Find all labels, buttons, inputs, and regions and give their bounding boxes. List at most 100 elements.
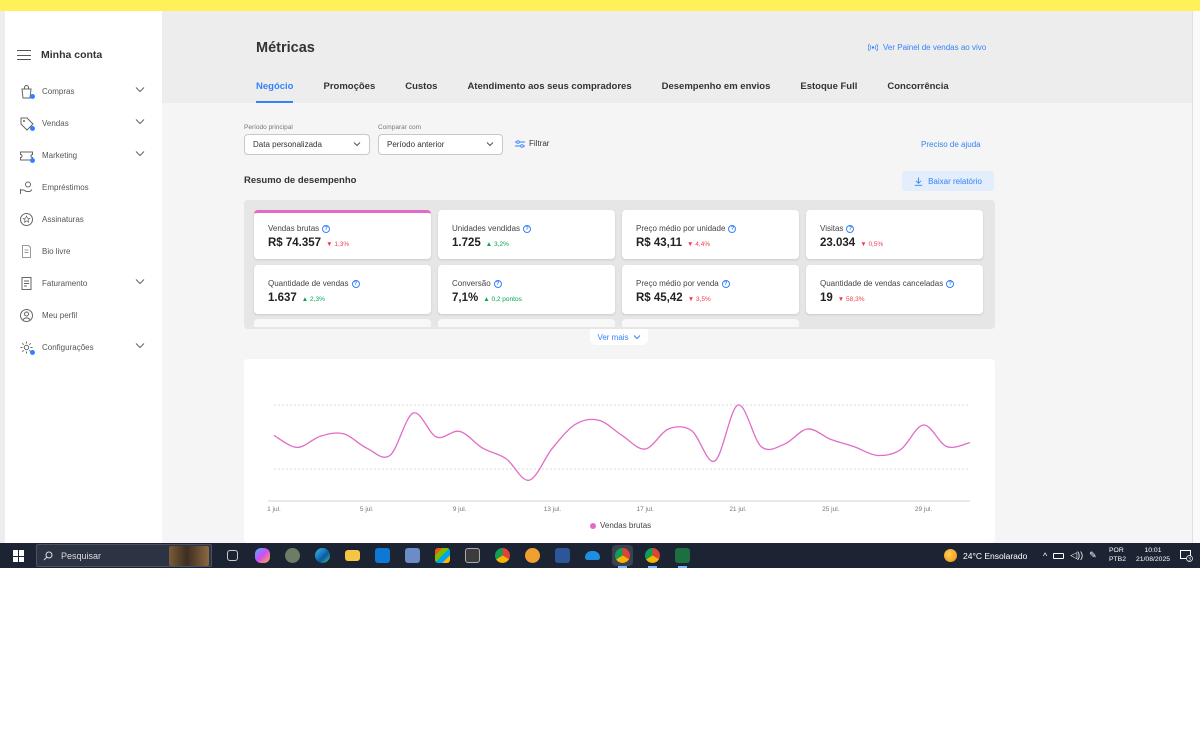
compare-select[interactable]: Período anterior	[378, 134, 503, 155]
notification-icon[interactable]: 3	[1180, 549, 1193, 562]
tab-6[interactable]: Concorrência	[887, 81, 948, 103]
metric-label: Preço médio por unidade	[636, 224, 726, 233]
sidebar-item-faturamento[interactable]: Faturamento	[5, 267, 162, 299]
top-banner	[0, 0, 1200, 11]
clock[interactable]: 10:01 21/08/2025	[1133, 546, 1173, 564]
page-header: Métricas Ver Painel de vendas ao vivo Ne…	[162, 11, 1192, 103]
download-report-button[interactable]: Baixar relatório	[902, 171, 994, 191]
see-more-button[interactable]: Ver mais	[590, 329, 648, 345]
compare-label: Comparar com	[378, 124, 421, 131]
line-chart: 1 jul. 5 jul. 9 jul. 13 jul. 17 jul. 21 jul. 2…	[267, 404, 971, 513]
metric-card[interactable]: Quantidade de vendas canceladas? 19 ▼ 58,3…	[806, 265, 983, 314]
chrome-profile-icon[interactable]	[642, 545, 663, 568]
chevron-up-icon[interactable]: ^	[1043, 551, 1047, 561]
notification-count: 3	[1188, 556, 1191, 562]
tab-3[interactable]: Atendimento aos seus compradores	[467, 81, 631, 103]
tab-4[interactable]: Desempenho em envios	[662, 81, 771, 103]
sidebar-item-label: Faturamento	[42, 278, 88, 288]
windows-start-button[interactable]	[13, 550, 25, 562]
language-indicator[interactable]: POR PTB2	[1109, 546, 1126, 564]
app-icon[interactable]	[522, 545, 543, 566]
help-icon[interactable]: ?	[846, 224, 855, 233]
calculator-icon[interactable]	[462, 545, 483, 566]
copilot-icon[interactable]	[252, 545, 273, 566]
star-badge-icon	[18, 211, 34, 227]
metric-card[interactable]: Preço médio por venda? R$ 45,42 ▼ 3,5%	[622, 265, 799, 314]
battery-icon[interactable]	[1053, 552, 1065, 559]
task-view-icon[interactable]	[222, 545, 243, 566]
taskbar-search[interactable]: Pesquisar	[36, 544, 212, 567]
notification-dot	[30, 158, 35, 163]
tab-5[interactable]: Estoque Full	[800, 81, 857, 103]
tab-1[interactable]: Promoções	[323, 81, 375, 103]
sidebar-item-marketing[interactable]: Marketing	[5, 139, 162, 171]
sidebar-item-compras[interactable]: Compras	[5, 75, 162, 107]
triangle-down-icon: ▼	[837, 296, 845, 303]
period-select[interactable]: Data personalizada	[244, 134, 370, 155]
sidebar-title: Minha conta	[41, 49, 103, 61]
help-icon[interactable]: ?	[721, 279, 730, 288]
pen-icon[interactable]: ✎	[1089, 550, 1097, 561]
chrome-icon[interactable]	[492, 545, 513, 566]
metric-delta-value: 2,3%	[310, 296, 325, 303]
menu-icon[interactable]	[17, 50, 31, 60]
outlook-icon[interactable]	[372, 545, 393, 566]
invoice-icon	[18, 275, 34, 291]
help-icon[interactable]: ?	[493, 279, 502, 288]
weather-text: 24°C Ensolarado	[963, 550, 1028, 561]
sliders-icon	[515, 139, 525, 148]
weather-widget[interactable]: 24°C Ensolarado	[944, 549, 1027, 562]
chevron-down-icon[interactable]	[135, 150, 145, 157]
chevron-down-icon[interactable]	[135, 86, 145, 93]
sidebar-item-assinaturas[interactable]: Assinaturas	[5, 203, 162, 235]
sun-icon	[944, 549, 957, 562]
metric-delta: ▲ 2,3%	[302, 296, 325, 303]
help-link[interactable]: Preciso de ajuda	[921, 140, 981, 149]
sidebar-item-label: Compras	[42, 86, 75, 96]
tab-0[interactable]: Negócio	[256, 81, 294, 103]
metric-card[interactable]: Vendas brutas? R$ 74.357 ▼ 1,3%	[254, 210, 431, 259]
date: 21/08/2025	[1135, 556, 1171, 563]
card-placeholder	[622, 319, 799, 327]
triangle-up-icon: ▲	[483, 296, 490, 303]
app-icon[interactable]	[282, 545, 303, 566]
chrome-profile-icon[interactable]	[612, 545, 633, 568]
sidebar-item-vendas[interactable]: Vendas	[5, 107, 162, 139]
metric-card[interactable]: Quantidade de vendas? 1.637 ▲ 2,3%	[254, 265, 431, 314]
metric-card[interactable]: Unidades vendidas? 1.725 ▲ 3,2%	[438, 210, 615, 259]
metric-card[interactable]: Preço médio por unidade? R$ 43,11 ▼ 4,4%	[622, 210, 799, 259]
help-icon[interactable]: ?	[322, 224, 331, 233]
chevron-down-icon	[486, 142, 494, 147]
help-icon[interactable]: ?	[523, 224, 532, 233]
metric-card[interactable]: Conversão? 7,1% ▲ 0,2 pontos	[438, 265, 615, 314]
chevron-down-icon[interactable]	[135, 118, 145, 125]
chevron-down-icon[interactable]	[135, 342, 145, 349]
file-explorer-icon[interactable]	[342, 545, 363, 566]
live-sales-label: Ver Painel de vendas ao vivo	[883, 43, 987, 52]
help-icon[interactable]: ?	[728, 224, 737, 233]
chevron-down-icon[interactable]	[135, 278, 145, 285]
metric-card[interactable]: Visitas? 23.034 ▼ 0,5%	[806, 210, 983, 259]
word-icon[interactable]	[552, 545, 573, 566]
sidebar-item-meu-perfil[interactable]: Meu perfil	[5, 299, 162, 331]
help-icon[interactable]: ?	[946, 279, 955, 288]
onedrive-icon[interactable]	[582, 545, 603, 566]
tab-2[interactable]: Custos	[405, 81, 437, 103]
notification-dot	[30, 126, 35, 131]
metric-delta: ▼ 58,3%	[838, 296, 865, 303]
help-icon[interactable]: ?	[351, 279, 360, 288]
triangle-down-icon: ▼	[326, 241, 333, 248]
live-sales-link[interactable]: Ver Painel de vendas ao vivo	[868, 43, 986, 52]
sidebar-item-emprestimos[interactable]: Empréstimos	[5, 171, 162, 203]
sidebar-item-configuracoes[interactable]: Configurações	[5, 331, 162, 363]
volume-icon[interactable]: ◁))	[1070, 550, 1083, 561]
app-icon[interactable]	[402, 545, 423, 566]
edge-icon[interactable]	[312, 545, 333, 566]
filter-button[interactable]: Filtrar	[515, 139, 549, 148]
store-icon[interactable]	[432, 545, 453, 566]
scrollbar[interactable]	[1192, 11, 1200, 543]
hand-coin-icon	[18, 179, 34, 195]
metric-label: Vendas brutas	[268, 224, 320, 233]
sidebar-item-bio-livre[interactable]: Bio livre	[5, 235, 162, 267]
excel-icon[interactable]	[672, 545, 693, 568]
